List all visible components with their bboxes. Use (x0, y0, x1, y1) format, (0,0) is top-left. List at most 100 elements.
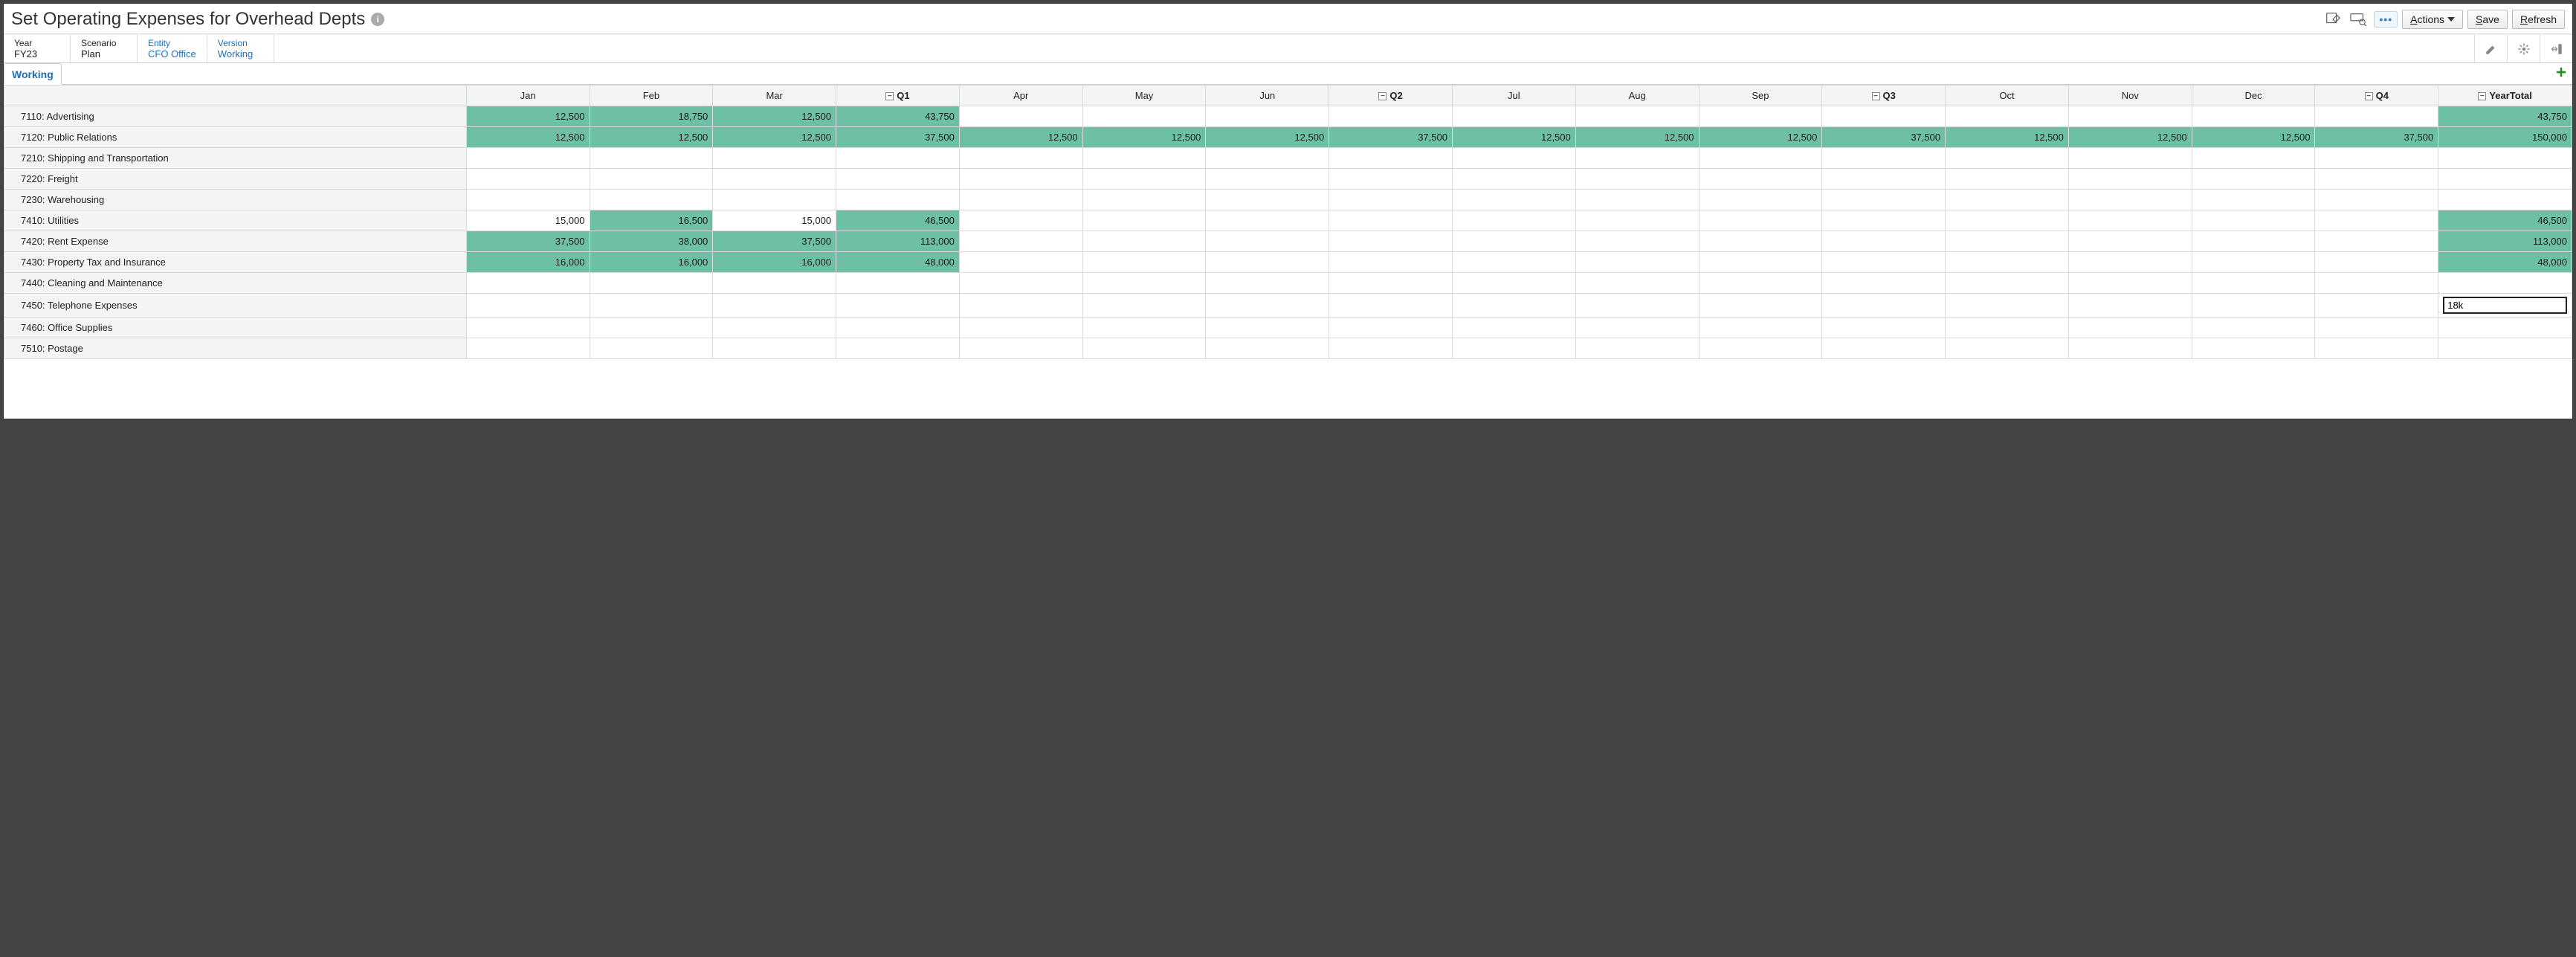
data-cell[interactable]: 12,500 (2068, 127, 2192, 148)
data-cell[interactable]: 12,500 (1946, 127, 2069, 148)
data-cell[interactable] (1082, 231, 1206, 252)
data-cell[interactable] (466, 318, 590, 338)
data-cell[interactable] (1699, 169, 1822, 190)
data-cell[interactable] (1822, 294, 1946, 318)
data-cell[interactable] (1575, 210, 1699, 231)
data-cell[interactable] (1082, 106, 1206, 127)
data-cell[interactable] (2068, 190, 2192, 210)
data-cell[interactable] (1452, 252, 1575, 273)
data-cell[interactable] (2068, 318, 2192, 338)
data-cell[interactable] (959, 210, 1082, 231)
data-cell[interactable] (466, 148, 590, 169)
data-cell[interactable] (1822, 210, 1946, 231)
data-cell[interactable] (590, 338, 713, 359)
save-button[interactable]: Save (2467, 10, 2508, 29)
column-header[interactable]: Jul (1452, 86, 1575, 106)
format-menu-button[interactable]: ••• (2374, 11, 2398, 28)
data-cell[interactable] (1699, 190, 1822, 210)
data-cell[interactable] (1329, 106, 1453, 127)
column-header[interactable]: Nov (2068, 86, 2192, 106)
collapse-toggle-icon[interactable]: − (1872, 92, 1880, 100)
pov-year[interactable]: Year FY23 (4, 35, 71, 62)
collapse-toggle-icon[interactable]: − (2478, 92, 2486, 100)
data-cell[interactable] (1699, 294, 1822, 318)
data-cell[interactable] (2438, 338, 2572, 359)
data-cell[interactable] (1699, 273, 1822, 294)
data-cell[interactable] (836, 294, 960, 318)
data-cell[interactable]: 15,000 (713, 210, 836, 231)
data-cell[interactable] (466, 338, 590, 359)
data-cell[interactable]: 37,500 (2315, 127, 2438, 148)
data-cell[interactable] (836, 338, 960, 359)
data-cell[interactable] (1452, 190, 1575, 210)
data-cell[interactable] (836, 318, 960, 338)
pov-entity[interactable]: Entity CFO Office (138, 35, 207, 62)
data-cell[interactable] (1082, 318, 1206, 338)
data-cell[interactable] (1452, 338, 1575, 359)
data-cell[interactable]: 48,000 (2438, 252, 2572, 273)
data-cell[interactable] (1946, 294, 2069, 318)
data-cell[interactable] (1206, 148, 1329, 169)
data-cell[interactable] (2068, 294, 2192, 318)
data-cell[interactable] (1452, 231, 1575, 252)
data-cell[interactable] (1329, 318, 1453, 338)
row-header[interactable]: 7440: Cleaning and Maintenance (4, 273, 467, 294)
data-cell[interactable] (1329, 210, 1453, 231)
data-cell[interactable] (1329, 148, 1453, 169)
data-cell[interactable] (2068, 252, 2192, 273)
column-header[interactable]: May (1082, 86, 1206, 106)
data-cell[interactable] (1699, 148, 1822, 169)
data-cell[interactable] (1946, 210, 2069, 231)
data-cell[interactable] (1575, 273, 1699, 294)
data-cell[interactable]: 12,500 (1452, 127, 1575, 148)
data-cell[interactable] (2315, 169, 2438, 190)
data-cell[interactable] (713, 273, 836, 294)
data-cell[interactable]: 12,500 (713, 127, 836, 148)
data-cell[interactable] (1699, 318, 1822, 338)
data-cell[interactable]: 37,500 (1329, 127, 1453, 148)
data-cell[interactable] (1699, 106, 1822, 127)
row-header[interactable]: 7410: Utilities (4, 210, 467, 231)
data-cell[interactable] (1206, 318, 1329, 338)
data-cell[interactable] (1699, 252, 1822, 273)
tab-working[interactable]: Working (4, 63, 62, 85)
data-cell[interactable] (1452, 106, 1575, 127)
data-cell[interactable] (1206, 338, 1329, 359)
data-cell[interactable] (590, 294, 713, 318)
data-cell[interactable] (713, 190, 836, 210)
data-cell[interactable] (2315, 106, 2438, 127)
column-header[interactable]: Dec (2192, 86, 2315, 106)
data-cell[interactable] (1329, 252, 1453, 273)
data-cell[interactable] (1082, 169, 1206, 190)
data-cell[interactable] (836, 190, 960, 210)
data-cell[interactable] (2068, 210, 2192, 231)
data-cell[interactable] (1082, 294, 1206, 318)
data-cell[interactable] (1206, 210, 1329, 231)
row-header[interactable]: 7450: Telephone Expenses (4, 294, 467, 318)
column-header[interactable]: Jan (466, 86, 590, 106)
data-cell[interactable] (1575, 338, 1699, 359)
keyboard-search-icon[interactable] (2347, 8, 2369, 30)
data-cell[interactable] (2438, 273, 2572, 294)
data-cell[interactable]: 16,000 (590, 252, 713, 273)
column-header[interactable]: −Q1 (836, 86, 960, 106)
data-cell[interactable] (2315, 338, 2438, 359)
data-cell[interactable] (2315, 231, 2438, 252)
data-cell[interactable] (466, 294, 590, 318)
data-cell[interactable] (2315, 273, 2438, 294)
column-header[interactable]: −Q4 (2315, 86, 2438, 106)
data-cell[interactable] (836, 148, 960, 169)
data-cell[interactable] (2192, 273, 2315, 294)
data-cell[interactable]: 15,000 (466, 210, 590, 231)
data-cell[interactable] (2315, 252, 2438, 273)
data-cell[interactable] (1206, 294, 1329, 318)
data-cell[interactable] (590, 190, 713, 210)
data-cell[interactable] (2192, 210, 2315, 231)
data-cell[interactable] (1206, 106, 1329, 127)
data-cell[interactable]: 113,000 (836, 231, 960, 252)
data-cell[interactable] (1946, 231, 2069, 252)
data-cell[interactable] (1699, 231, 1822, 252)
collapse-toggle-icon[interactable]: − (2365, 92, 2373, 100)
data-cell[interactable] (2192, 231, 2315, 252)
data-cell[interactable]: 12,500 (959, 127, 1082, 148)
